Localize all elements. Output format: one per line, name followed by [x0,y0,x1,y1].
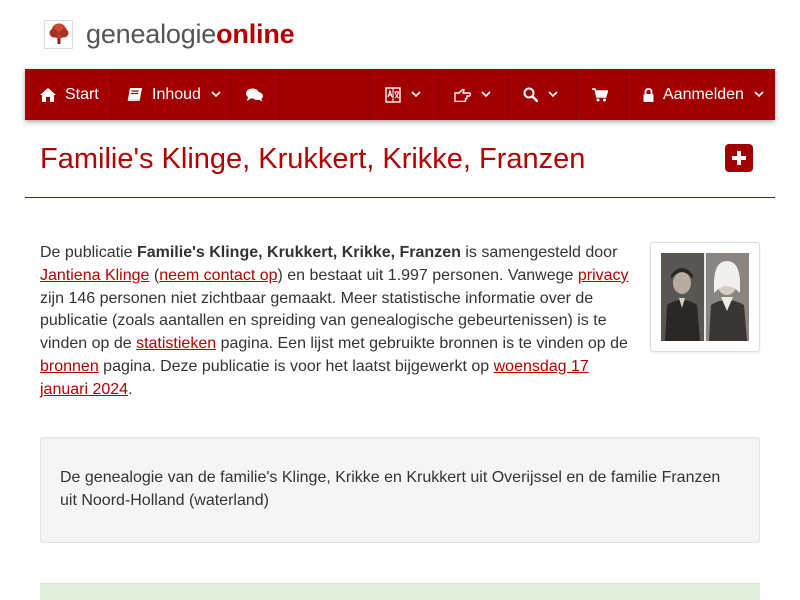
summary-panel: De genealogie van de familie's Klinge, K… [40,437,760,543]
chevron-down-icon [411,91,421,98]
language-icon [385,86,401,103]
nav-contribute[interactable] [439,69,508,120]
main-navbar: Start Inhoud Aanmelden [25,69,775,120]
home-icon [40,87,56,102]
publication-thumbnail[interactable] [650,242,760,352]
title-divider [25,197,775,198]
site-logo[interactable]: genealogieonline [44,18,295,50]
summary-text: De genealogie van de familie's Klinge, K… [60,469,721,509]
portrait-photo [661,253,749,341]
success-panel [40,583,760,600]
nav-inhoud[interactable]: Inhoud [112,69,231,120]
nav-start[interactable]: Start [25,69,112,120]
nav-search[interactable] [508,69,577,120]
nav-spacer [280,69,370,120]
privacy-link[interactable]: privacy [578,267,629,284]
comments-icon [246,88,263,102]
nav-login[interactable]: Aanmelden [627,69,775,120]
publication-name: Familie's Klinge, Krukkert, Krikke, Fran… [136,244,461,261]
nav-login-label: Aanmelden [663,85,744,103]
family-tree-icon [44,19,73,49]
author-link[interactable]: Jantiena Klinge [40,267,149,284]
search-icon [523,87,538,102]
publication-description: De publicatie Familie's Klinge, Krukkert… [40,244,629,398]
sources-link[interactable]: bronnen [40,358,99,375]
book-icon [127,87,143,102]
add-button[interactable] [725,144,753,172]
lock-icon [643,87,654,102]
nav-forum[interactable] [231,69,280,120]
chevron-down-icon [211,91,221,98]
logo-text: genealogieonline [86,19,295,49]
nav-shop[interactable] [577,69,627,120]
nav-language[interactable] [370,69,439,120]
cart-icon [592,87,608,102]
hand-pointer-icon [454,88,471,102]
contact-link[interactable]: neem contact op [159,267,277,284]
nav-inhoud-label: Inhoud [152,85,201,103]
statistics-link[interactable]: statistieken [136,335,216,352]
chevron-down-icon [754,91,764,98]
chevron-down-icon [481,91,491,98]
page-title: Familie's Klinge, Krukkert, Krikke, Fran… [40,143,586,175]
chevron-down-icon [548,91,558,98]
plus-icon [732,151,746,165]
nav-start-label: Start [65,85,99,103]
